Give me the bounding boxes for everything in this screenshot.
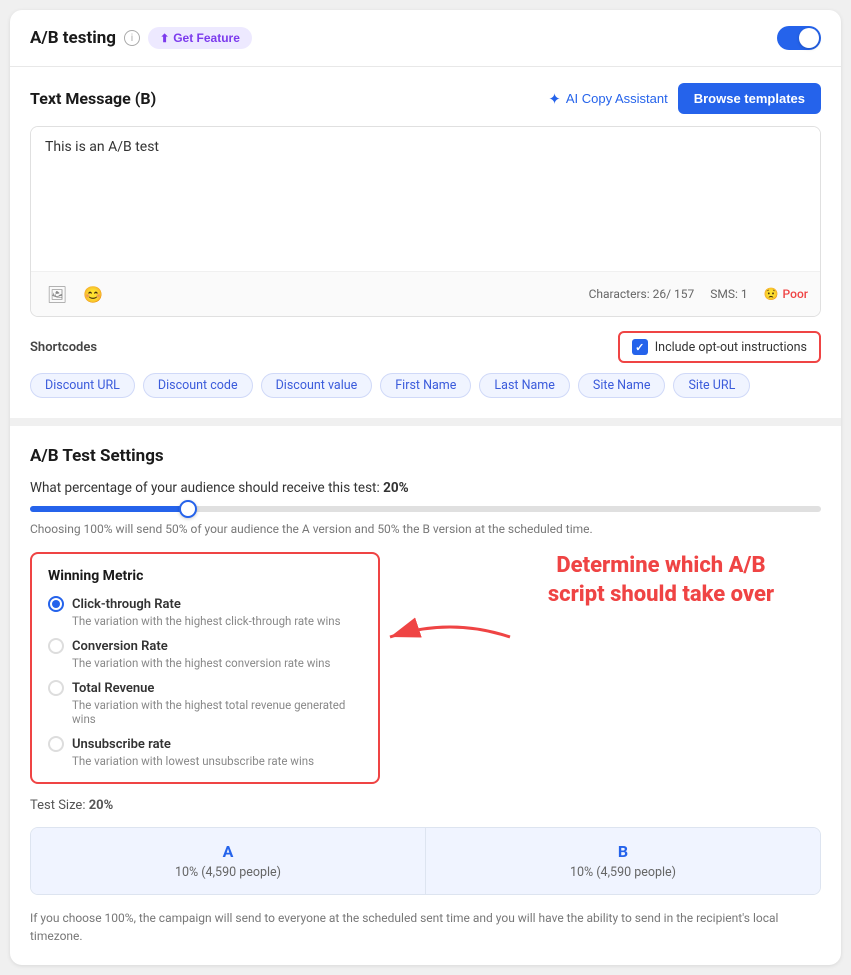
sms-count: SMS: 1 (710, 287, 747, 301)
main-card: A/B testing i ⬆ Get Feature Text Message… (10, 10, 841, 965)
test-size-label: Test Size: (30, 798, 85, 813)
shortcodes-tags: Discount URL Discount code Discount valu… (30, 373, 821, 398)
radio-dot-ctr (52, 600, 60, 608)
shortcodes-section: Shortcodes ✓ Include opt-out instruction… (10, 317, 841, 418)
audience-percentage-slider[interactable] (30, 506, 821, 512)
percentage-value: 20% (383, 480, 408, 496)
ab-card-a-letter: A (45, 842, 411, 861)
header-left: A/B testing i ⬆ Get Feature (30, 27, 252, 49)
percentage-question-text: What percentage of your audience should … (30, 480, 380, 496)
header-actions: ✦ AI Copy Assistant Browse templates (548, 83, 821, 114)
annotation-wrapper: Winning Metric Click-through Rate The va… (30, 552, 821, 784)
quality-emoji: 😟 (764, 287, 779, 301)
ab-card-a: A 10% (4,590 people) (31, 828, 426, 894)
quality-badge: 😟 Poor (764, 287, 808, 301)
info-icon[interactable]: i (124, 30, 140, 46)
revenue-desc: The variation with the highest total rev… (48, 698, 362, 726)
text-message-section: Text Message (B) ✦ AI Copy Assistant Bro… (10, 67, 841, 317)
opt-out-label: Include opt-out instructions (655, 340, 807, 355)
message-textarea-wrapper: This is an A/B test 🖼 😊 Characters: 26/ … (30, 126, 821, 317)
slider-thumb[interactable] (179, 500, 197, 518)
radio-label-ctr: Click-through Rate (48, 596, 362, 612)
test-size-value: 20% (89, 798, 114, 813)
get-feature-label: Get Feature (173, 31, 240, 45)
radio-label-unsubscribe: Unsubscribe rate (48, 736, 362, 752)
test-size-row: Test Size: 20% (30, 798, 821, 813)
header-section: A/B testing i ⬆ Get Feature (10, 10, 841, 67)
shortcodes-header: Shortcodes ✓ Include opt-out instruction… (30, 331, 821, 363)
ctr-label: Click-through Rate (72, 597, 181, 612)
shortcode-tag-last-name[interactable]: Last Name (479, 373, 569, 398)
conversion-label: Conversion Rate (72, 639, 168, 654)
textarea-stats: Characters: 26/ 157 SMS: 1 😟 Poor (589, 287, 808, 301)
ab-card-b: B 10% (4,590 people) (426, 828, 820, 894)
conversion-desc: The variation with the highest conversio… (48, 656, 362, 670)
shortcode-tag-discount-code[interactable]: Discount code (143, 373, 253, 398)
shortcode-tag-discount-value[interactable]: Discount value (261, 373, 373, 398)
radio-circle-ctr (48, 596, 64, 612)
text-message-title: Text Message (B) (30, 89, 156, 108)
radio-option-unsubscribe[interactable]: Unsubscribe rate The variation with lowe… (48, 736, 362, 768)
get-feature-icon: ⬆ (160, 32, 169, 45)
shortcodes-title: Shortcodes (30, 340, 97, 355)
ctr-desc: The variation with the highest click-thr… (48, 614, 362, 628)
unsubscribe-label: Unsubscribe rate (72, 737, 171, 752)
revenue-label: Total Revenue (72, 681, 154, 696)
ab-card-b-letter: B (440, 842, 806, 861)
opt-out-instructions-checkbox[interactable]: ✓ Include opt-out instructions (618, 331, 821, 363)
ab-testing-toggle[interactable] (777, 26, 821, 50)
page-title: A/B testing (30, 28, 116, 48)
radio-label-revenue: Total Revenue (48, 680, 362, 696)
browse-templates-button[interactable]: Browse templates (678, 83, 821, 114)
image-icon[interactable]: 🖼 (43, 280, 71, 308)
ai-copy-label: AI Copy Assistant (566, 91, 668, 106)
slider-fill (30, 506, 188, 512)
character-count: Characters: 26/ 157 (589, 287, 695, 301)
radio-label-conversion: Conversion Rate (48, 638, 362, 654)
checkbox-checked-icon: ✓ (632, 339, 648, 355)
ab-card-a-detail: 10% (4,590 people) (45, 865, 411, 880)
footer-note: If you choose 100%, the campaign will se… (30, 909, 821, 945)
textarea-icons: 🖼 😊 (43, 280, 107, 308)
shortcode-tag-discount-url[interactable]: Discount URL (30, 373, 135, 398)
radio-option-conversion[interactable]: Conversion Rate The variation with the h… (48, 638, 362, 670)
shortcode-tag-first-name[interactable]: First Name (380, 373, 471, 398)
ab-card-b-detail: 10% (4,590 people) (440, 865, 806, 880)
radio-option-revenue[interactable]: Total Revenue The variation with the hig… (48, 680, 362, 726)
annotation-arrow (380, 607, 520, 667)
get-feature-button[interactable]: ⬆ Get Feature (148, 27, 252, 49)
ab-settings-title: A/B Test Settings (30, 446, 821, 466)
emoji-icon[interactable]: 😊 (79, 280, 107, 308)
text-message-header: Text Message (B) ✦ AI Copy Assistant Bro… (30, 83, 821, 114)
radio-circle-conversion (48, 638, 64, 654)
slider-note: Choosing 100% will send 50% of your audi… (30, 522, 821, 536)
ai-icon: ✦ (548, 90, 561, 108)
radio-circle-revenue (48, 680, 64, 696)
ai-copy-assistant-button[interactable]: ✦ AI Copy Assistant (548, 90, 667, 108)
slider-track (30, 506, 821, 512)
ab-split-cards: A 10% (4,590 people) B 10% (4,590 people… (30, 827, 821, 895)
quality-label: Poor (783, 287, 808, 301)
radio-circle-unsubscribe (48, 736, 64, 752)
radio-option-ctr[interactable]: Click-through Rate The variation with th… (48, 596, 362, 628)
winning-metric-box: Winning Metric Click-through Rate The va… (30, 552, 380, 784)
shortcode-tag-site-name[interactable]: Site Name (578, 373, 666, 398)
unsubscribe-desc: The variation with lowest unsubscribe ra… (48, 754, 362, 768)
percentage-question: What percentage of your audience should … (30, 480, 821, 496)
shortcode-tag-site-url[interactable]: Site URL (673, 373, 750, 398)
textarea-footer: 🖼 😊 Characters: 26/ 157 SMS: 1 😟 Poor (31, 271, 820, 316)
toggle-knob (799, 28, 819, 48)
annotation-text: Determine which A/B script should take o… (531, 552, 791, 609)
message-textarea[interactable]: This is an A/B test (31, 127, 820, 267)
ab-settings-section: A/B Test Settings What percentage of you… (10, 426, 841, 965)
winning-metric-title: Winning Metric (48, 568, 362, 584)
section-divider (10, 418, 841, 426)
